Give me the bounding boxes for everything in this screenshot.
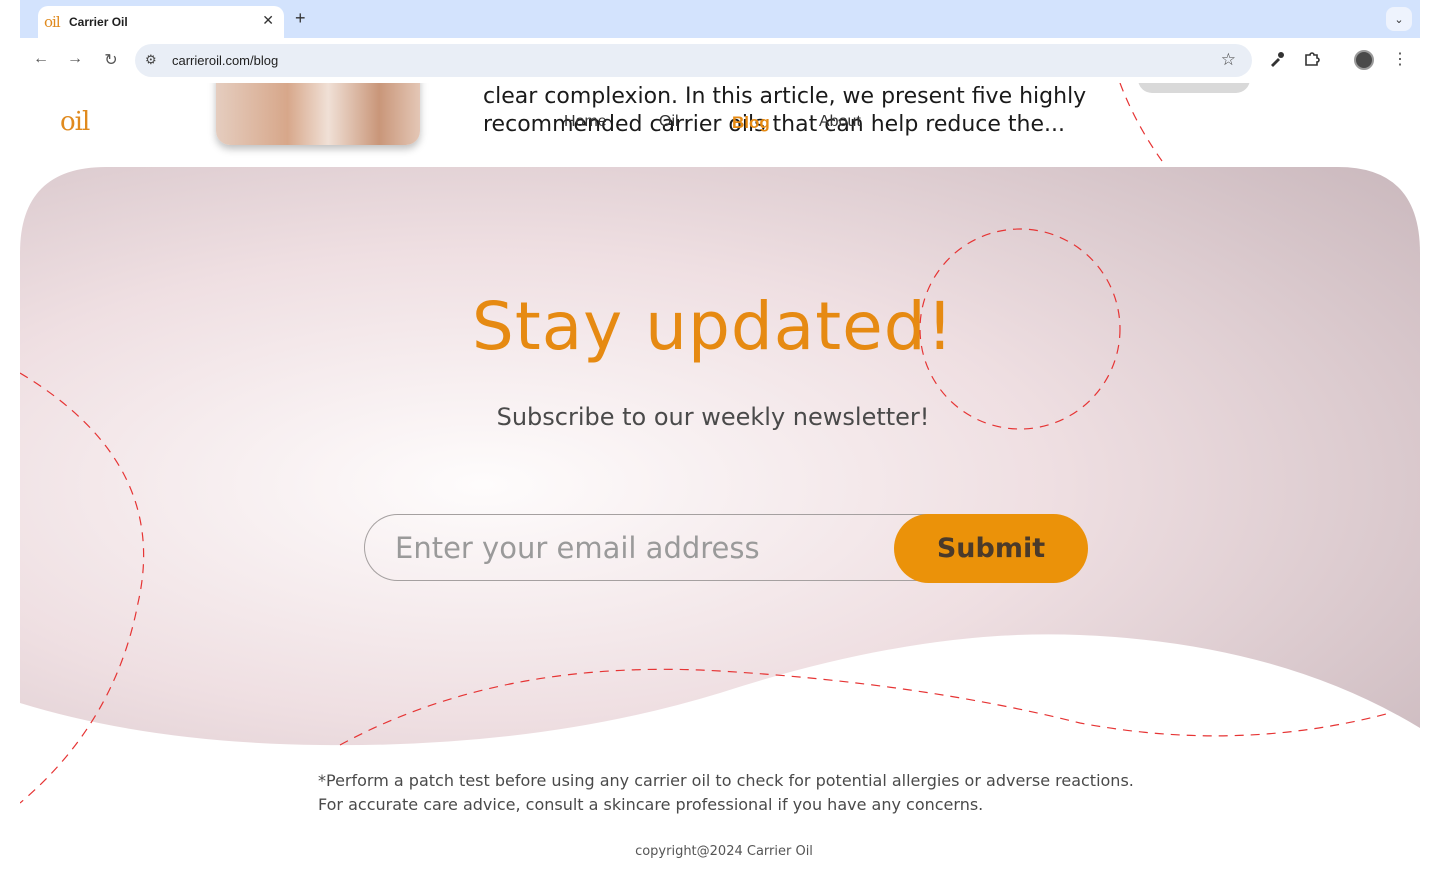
article-excerpt-line-1: clear complexion. In this article, we pr… xyxy=(483,84,1087,109)
new-tab-button[interactable]: + xyxy=(295,8,306,29)
browser-toolbar: ← → ↻ ⚙ carrieroil.com/blog ☆ ⋮ xyxy=(20,38,1420,83)
nav-about-link[interactable]: About xyxy=(819,113,861,131)
copyright-text: copyright@2024 Carrier Oil xyxy=(635,844,813,859)
site-logo[interactable]: oil xyxy=(60,107,90,137)
address-bar[interactable]: ⚙ carrieroil.com/blog ☆ xyxy=(135,44,1252,77)
newsletter-headline: Stay updated! xyxy=(471,288,955,365)
url-text[interactable]: carrieroil.com/blog xyxy=(172,53,278,68)
browser-menu-icon[interactable]: ⋮ xyxy=(1392,49,1408,69)
extensions-puzzle-icon[interactable] xyxy=(1303,50,1321,73)
browser-tab-strip: oil Carrier Oil ✕ + ⌄ xyxy=(20,0,1420,38)
reload-button[interactable]: ↻ xyxy=(101,50,121,70)
forward-button[interactable]: → xyxy=(65,50,85,68)
tab-search-chevron-icon[interactable]: ⌄ xyxy=(1386,7,1412,31)
submit-button[interactable]: Submit xyxy=(894,514,1088,583)
email-input[interactable] xyxy=(364,514,934,581)
disclaimer-line-2: For accurate care advice, consult a skin… xyxy=(318,795,984,814)
article-tag-chip[interactable]: Carrier Oil xyxy=(1138,83,1250,93)
page-viewport: clear complexion. In this article, we pr… xyxy=(20,83,1420,876)
newsletter-subheadline: Subscribe to our weekly newsletter! xyxy=(496,403,930,431)
back-button[interactable]: ← xyxy=(31,50,51,68)
patch-test-disclaimer: *Perform a patch test before using any c… xyxy=(318,769,1134,817)
disclaimer-line-1: *Perform a patch test before using any c… xyxy=(318,771,1134,790)
nav-home-link[interactable]: Home xyxy=(564,113,607,131)
nav-oil-link[interactable]: Oil xyxy=(659,113,679,131)
bookmark-star-icon[interactable]: ☆ xyxy=(1221,50,1236,70)
article-thumbnail-image[interactable] xyxy=(216,83,420,145)
decorative-background xyxy=(20,83,1420,804)
site-info-icon[interactable]: ⚙ xyxy=(145,52,157,68)
profile-avatar[interactable] xyxy=(1354,50,1374,70)
tab-title: Carrier Oil xyxy=(69,15,128,29)
close-tab-icon[interactable]: ✕ xyxy=(262,12,274,29)
extension-pen-icon[interactable] xyxy=(1268,50,1286,73)
site-favicon-icon: oil xyxy=(44,13,61,31)
browser-tab[interactable]: oil Carrier Oil ✕ xyxy=(38,6,284,38)
nav-blog-link[interactable]: Blog xyxy=(732,113,770,133)
